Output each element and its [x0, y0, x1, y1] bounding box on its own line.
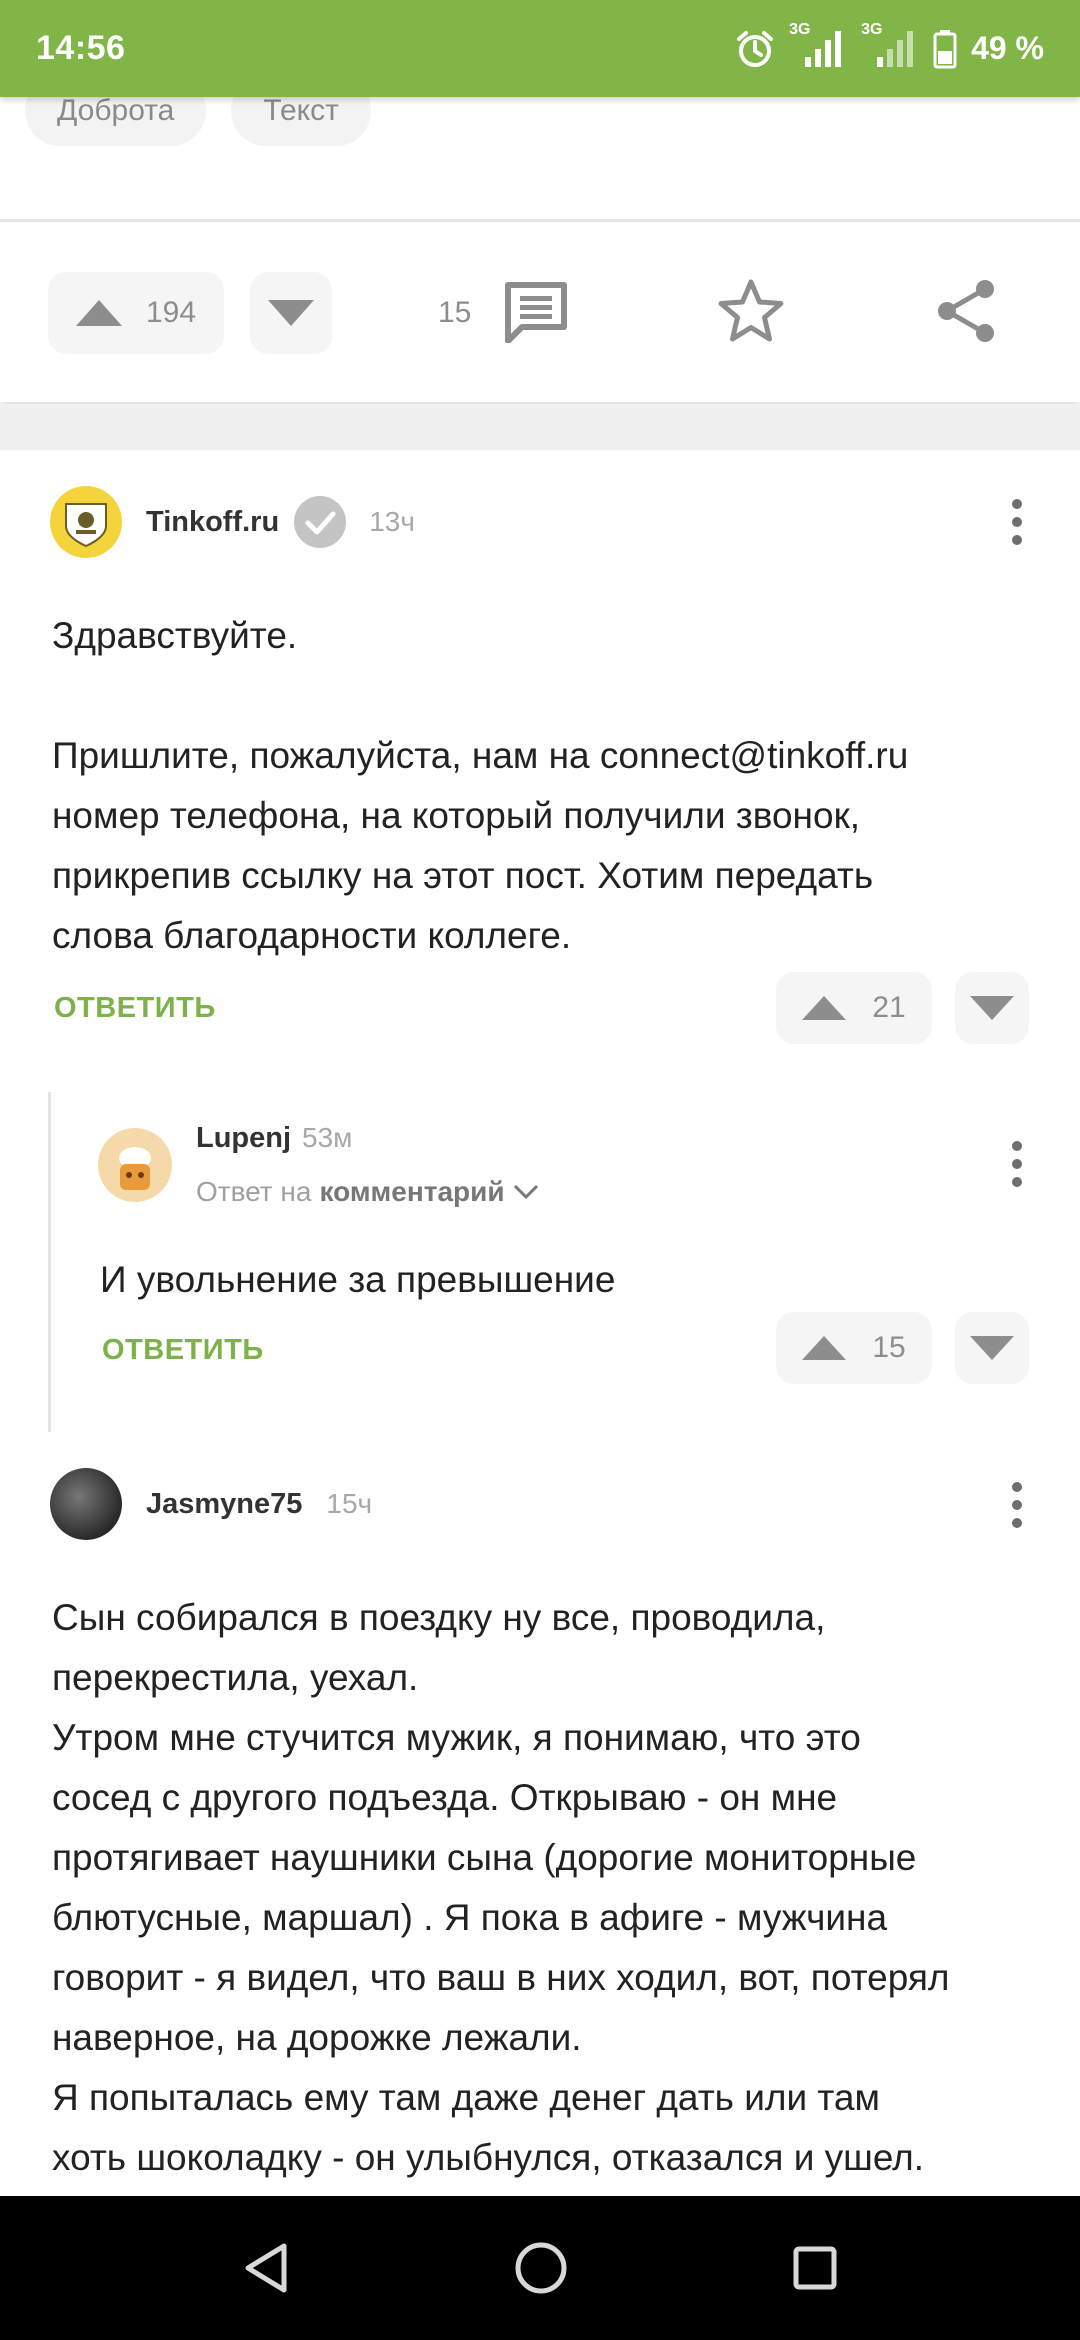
- signal-icon-2: 3G: [861, 21, 919, 71]
- star-icon[interactable]: [718, 278, 784, 344]
- comment-header: Tinkoff.ru 13ч: [50, 486, 415, 558]
- comment-text: И увольнение за превышение: [100, 1259, 616, 1300]
- battery-icon: [933, 29, 957, 68]
- avatar[interactable]: [50, 1468, 122, 1540]
- comment-author[interactable]: Lupenj: [196, 1122, 291, 1155]
- more-icon[interactable]: [1007, 499, 1027, 553]
- signal-icon: 3G: [789, 21, 847, 71]
- comment-downvote-button[interactable]: [955, 1312, 1029, 1384]
- tinkoff-logo-icon: [65, 503, 107, 548]
- chef-avatar-icon: [119, 1147, 151, 1190]
- comment-time: 13ч: [369, 506, 415, 537]
- comment-rating: 21: [872, 991, 906, 1024]
- comment-upvote-button[interactable]: 21: [776, 972, 932, 1044]
- alarm-icon: [737, 30, 774, 67]
- verified-icon: [294, 496, 347, 548]
- avatar[interactable]: [98, 1128, 172, 1202]
- reply-button[interactable]: ОТВЕТИТЬ: [54, 992, 216, 1025]
- reply-to-link[interactable]: Ответ на комментарий: [196, 1176, 539, 1208]
- section-separator: [0, 404, 1080, 450]
- post-comments-count[interactable]: 15: [438, 296, 471, 330]
- comment-upvote-button[interactable]: 15: [776, 1312, 932, 1384]
- status-icons: 3G 3G 49 %: [735, 21, 1044, 71]
- thread-line: [48, 1092, 51, 1432]
- battery-percent: 49 %: [971, 30, 1044, 66]
- back-icon[interactable]: [242, 2242, 290, 2294]
- arrow-up-icon: [802, 996, 847, 1020]
- arrow-up-icon: [75, 300, 122, 326]
- comment-time: 53м: [302, 1122, 353, 1153]
- arrow-down-icon: [970, 1336, 1014, 1360]
- post-rating: 194: [145, 296, 197, 329]
- comment-rating: 15: [872, 1331, 906, 1364]
- more-icon[interactable]: [1007, 1141, 1027, 1195]
- comment-author[interactable]: Tinkoff.ru: [146, 506, 279, 539]
- arrow-down-icon: [268, 300, 314, 326]
- comment-downvote-button[interactable]: [955, 972, 1029, 1044]
- post-upvote-button[interactable]: 194: [48, 272, 224, 354]
- share-icon[interactable]: [935, 278, 997, 344]
- navigation-bar: [0, 2196, 1080, 2340]
- comment-author[interactable]: Jasmyne75: [146, 1488, 302, 1521]
- comment-icon[interactable]: [504, 281, 568, 343]
- comment-time: 15ч: [326, 1488, 373, 1519]
- chevron-down-icon: [513, 1184, 538, 1200]
- reply-to-prefix: Ответ на: [196, 1176, 312, 1207]
- arrow-up-icon: [802, 1336, 847, 1360]
- post-downvote-button[interactable]: [250, 272, 332, 354]
- home-icon[interactable]: [514, 2241, 568, 2295]
- comment-text: Сын собирался в поездку ну все, проводил…: [52, 1597, 950, 2178]
- avatar[interactable]: [50, 486, 122, 558]
- recents-icon[interactable]: [792, 2245, 838, 2291]
- status-time: 14:56: [36, 29, 126, 67]
- more-icon[interactable]: [1007, 1482, 1027, 1536]
- status-bar: 14:56 3G 3G 49 %: [0, 0, 1080, 97]
- reply-button[interactable]: ОТВЕТИТЬ: [102, 1334, 264, 1367]
- comment-text: Здравствуйте. Пришлите, пожалуйста, нам …: [52, 615, 909, 956]
- comment-header: Jasmyne75 15ч: [50, 1468, 372, 1540]
- reply-to-target: комментарий: [319, 1176, 505, 1207]
- arrow-down-icon: [970, 996, 1014, 1020]
